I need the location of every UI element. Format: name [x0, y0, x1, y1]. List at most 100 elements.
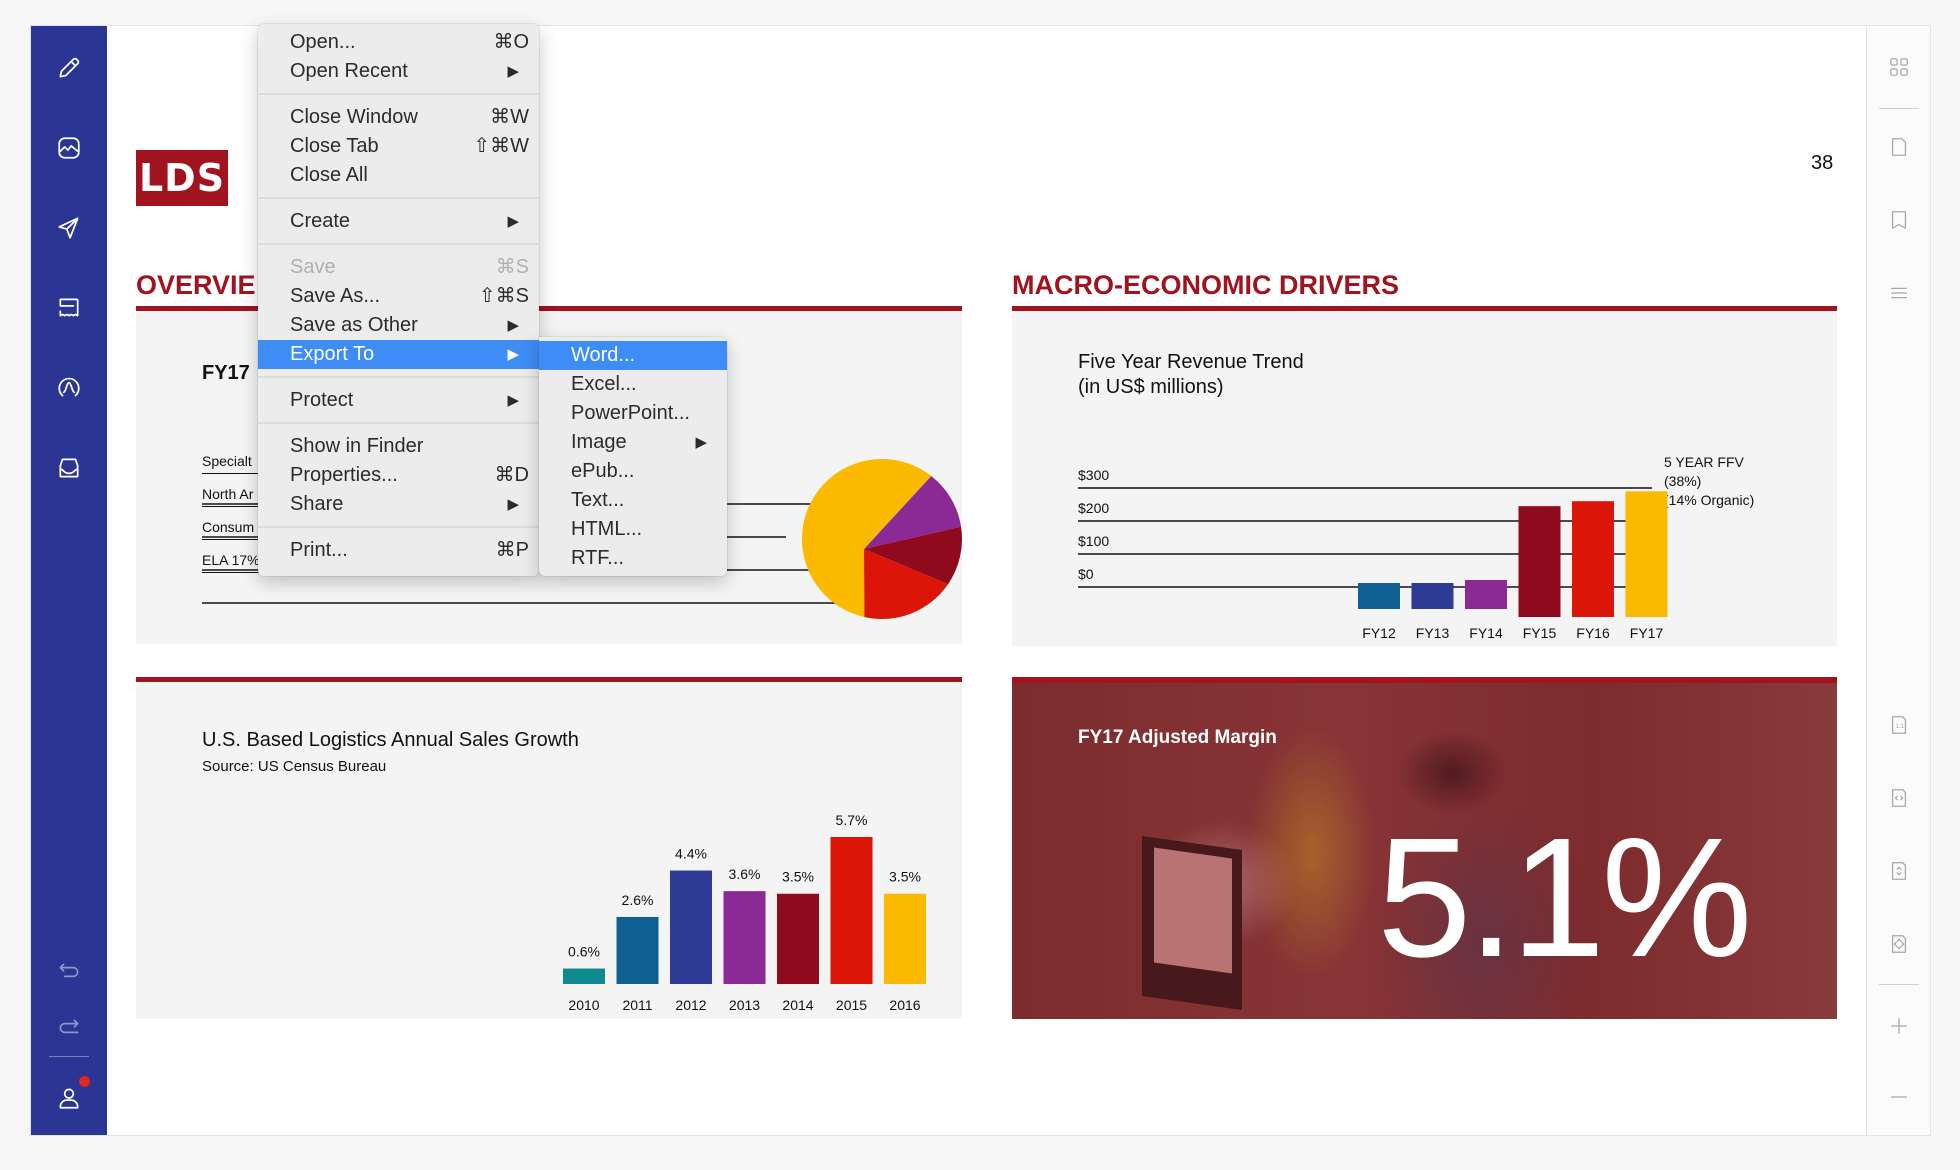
sales-bar	[884, 893, 926, 984]
submenu-arrow-icon: ▶	[695, 434, 707, 451]
file-menu-item-save[interactable]: Save ⌘S	[258, 253, 539, 282]
revenue-bar	[1625, 491, 1668, 617]
menu-item-label: Share	[290, 493, 344, 515]
left-sidebar	[31, 26, 107, 1135]
sales-bar	[670, 870, 712, 984]
export-submenu: Word... Excel... PowerPoint... Image ▶ ePub..…	[539, 337, 727, 576]
actual-size-button[interactable]: 1:1	[1885, 711, 1913, 739]
menu-item-label: Close All	[290, 164, 368, 186]
file-menu-item-open-recent[interactable]: Open Recent ▶	[258, 57, 539, 86]
edit-button[interactable]	[53, 52, 85, 84]
file-menu-item-properties[interactable]: Properties... ⌘D	[258, 461, 539, 490]
revenue-bar	[1465, 580, 1507, 609]
export-menu-item-text[interactable]: Text...	[539, 486, 727, 515]
file-menu-item-protect[interactable]: Protect ▶	[258, 386, 539, 415]
sidebar-divider	[1879, 108, 1919, 109]
revenue-bar	[1358, 583, 1400, 609]
undo-icon	[59, 963, 79, 978]
export-menu-item-epub[interactable]: ePub...	[539, 457, 727, 486]
menu-separator	[258, 243, 539, 245]
menu-item-label: ePub...	[571, 460, 635, 482]
file-menu-item-open[interactable]: Open... ⌘O	[258, 28, 539, 57]
menu-item-label: Excel...	[571, 373, 637, 395]
revenue-bar-chart: $0 $100 $200 $300 FY12 FY13 FY14 FY15 FY16 FY17	[1078, 467, 1668, 641]
bookmark-icon	[1891, 211, 1907, 229]
export-menu-item-html[interactable]: HTML...	[539, 515, 727, 544]
menu-item-label: HTML...	[571, 518, 643, 540]
bookmark-button[interactable]	[1885, 206, 1913, 234]
zoom-out-button[interactable]	[1885, 1083, 1913, 1111]
zoom-in-button[interactable]	[1885, 1012, 1913, 1040]
submenu-arrow-icon: ▶	[507, 63, 519, 80]
export-menu-item-image[interactable]: Image ▶	[539, 428, 727, 457]
sales-bar	[616, 916, 659, 984]
inbox-button[interactable]	[53, 452, 85, 484]
menu-item-shortcut: ⇧⌘S	[478, 285, 529, 307]
file-menu-item-export-to[interactable]: Export To ▶	[258, 340, 539, 369]
margin-value: 5.1%	[1377, 803, 1752, 993]
file-menu-item-share[interactable]: Share ▶	[258, 490, 539, 519]
sidebar-divider	[49, 1056, 89, 1057]
sales-bar-label: 2.6%	[622, 892, 654, 908]
sales-x-tick: 2012	[675, 997, 706, 1013]
file-menu: Open... ⌘O Open Recent ▶ Close Window ⌘W Close…	[258, 24, 539, 576]
signature-button[interactable]	[53, 372, 85, 404]
menu-item-label: Protect	[290, 389, 354, 411]
export-menu-item-word[interactable]: Word...	[539, 341, 727, 370]
submenu-arrow-icon: ▶	[507, 496, 519, 513]
fit-height-button[interactable]	[1885, 857, 1913, 885]
sales-x-tick: 2010	[568, 997, 599, 1013]
revenue-x-tick: FY17	[1630, 625, 1664, 641]
fit-page-button[interactable]	[1885, 930, 1913, 958]
export-menu-item-excel[interactable]: Excel...	[539, 370, 727, 399]
grid-view-button[interactable]	[1885, 53, 1913, 81]
account-button[interactable]	[53, 1082, 85, 1114]
undo-button[interactable]	[53, 956, 85, 988]
file-menu-item-create[interactable]: Create ▶	[258, 207, 539, 236]
menu-item-label: Open Recent	[290, 60, 408, 82]
submenu-arrow-icon: ▶	[507, 346, 519, 363]
menu-item-label: Text...	[571, 489, 625, 511]
send-button[interactable]	[53, 212, 85, 244]
zoom-in-icon	[1891, 1018, 1907, 1034]
export-menu-item-rtf[interactable]: RTF...	[539, 544, 727, 573]
page-icon	[1891, 138, 1907, 156]
sidebar-divider	[1879, 984, 1919, 985]
gallery-button[interactable]	[53, 132, 85, 164]
file-menu-item-save-as-other[interactable]: Save as Other ▶	[258, 311, 539, 340]
menu-separator	[258, 526, 539, 528]
margin-photo-panel: FY17 Adjusted Margin 5.1%	[1012, 677, 1837, 1019]
grid-view-icon	[1890, 58, 1908, 76]
revenue-panel: Five Year Revenue Trend (in US$ millions…	[1012, 311, 1837, 646]
menu-item-shortcut: ⌘D	[494, 464, 529, 486]
margin-title: FY17 Adjusted Margin	[1078, 727, 1277, 748]
sales-bar-label: 3.5%	[889, 869, 921, 885]
fit-width-button[interactable]	[1885, 784, 1913, 812]
inbox-icon	[59, 458, 79, 478]
menu-separator	[258, 93, 539, 95]
menu-separator	[258, 376, 539, 378]
forms-button[interactable]	[53, 292, 85, 324]
sales-x-tick: 2013	[729, 997, 760, 1013]
outline-button[interactable]	[1885, 279, 1913, 307]
file-menu-item-show-in-finder[interactable]: Show in Finder	[258, 432, 539, 461]
file-menu-item-close-tab[interactable]: Close Tab ⇧⌘W	[258, 132, 539, 161]
submenu-arrow-icon: ▶	[507, 317, 519, 334]
submenu-arrow-icon: ▶	[507, 392, 519, 409]
sales-x-tick: 2011	[622, 997, 652, 1013]
user-icon	[59, 1088, 79, 1109]
menu-item-label: Create	[290, 210, 351, 232]
image-icon	[58, 137, 80, 159]
menu-item-label: Save	[290, 256, 336, 278]
sales-bar-label: 3.5%	[782, 869, 814, 885]
revenue-bar	[1411, 583, 1454, 609]
redo-button[interactable]	[53, 1012, 85, 1044]
export-menu-item-powerpoint[interactable]: PowerPoint...	[539, 399, 727, 428]
page-button[interactable]	[1885, 133, 1913, 161]
file-menu-item-save-as[interactable]: Save As... ⇧⌘S	[258, 282, 539, 311]
file-menu-item-close-all[interactable]: Close All	[258, 161, 539, 190]
file-menu-item-close-window[interactable]: Close Window ⌘W	[258, 103, 539, 132]
sales-bar	[830, 837, 873, 984]
revenue-x-tick: FY13	[1416, 625, 1450, 641]
file-menu-item-print[interactable]: Print... ⌘P	[258, 536, 539, 565]
